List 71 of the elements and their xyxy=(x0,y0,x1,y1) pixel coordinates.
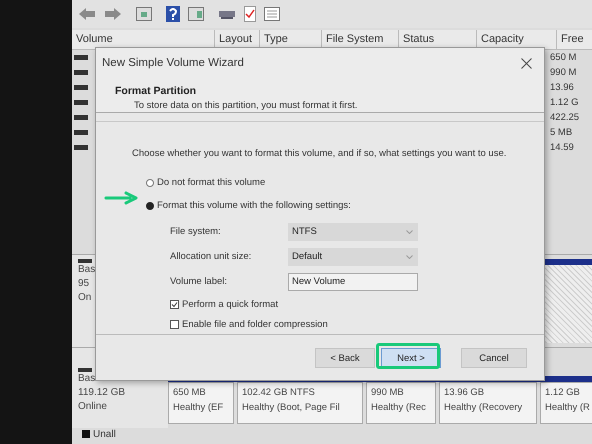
partition-size: 650 MB xyxy=(173,386,206,400)
field-label: File system: xyxy=(170,226,222,237)
table-cell-text: 1.12 G xyxy=(550,97,580,108)
radio-button[interactable] xyxy=(146,202,154,210)
table-cell-text: 650 M xyxy=(550,52,578,63)
legend-label: Unall xyxy=(93,428,116,440)
close-icon[interactable] xyxy=(521,58,532,68)
partition-status: Healthy (Rec xyxy=(371,401,426,415)
volume-icon xyxy=(74,130,88,135)
instruction-text: Choose whether you want to format this volume, and if so, what settings you want to use. xyxy=(132,148,508,159)
partition-status: Healthy (Boot, Page Fil xyxy=(242,401,340,415)
properties-icon[interactable] xyxy=(264,7,280,21)
disk-info-text: 119.12 GB xyxy=(78,386,126,400)
radio-button[interactable] xyxy=(146,178,154,186)
disk-info-text: Online xyxy=(78,400,107,414)
window-icon[interactable] xyxy=(188,7,204,21)
dialog-title: New Simple Volume Wizard xyxy=(102,57,244,69)
volume-icon xyxy=(74,100,88,105)
volume-icon xyxy=(74,55,88,60)
annotation-highlight-box xyxy=(376,343,440,369)
chevron-down-icon xyxy=(406,254,413,258)
field-label: Allocation unit size: xyxy=(170,251,252,262)
wizard-button[interactable]: < Back xyxy=(315,348,375,368)
partition-block[interactable]: 650 MB Healthy (EF xyxy=(168,382,234,424)
disk-info-text: Bas xyxy=(78,263,96,277)
disk-info-text: Bas xyxy=(78,372,96,386)
table-cell-text: 990 M xyxy=(550,67,578,78)
drive-icon[interactable] xyxy=(218,8,236,20)
chevron-down-icon xyxy=(406,230,413,234)
table-cell-text: 13.96 xyxy=(550,82,575,93)
partition-block[interactable]: 102.42 GB NTFS Healthy (Boot, Page Fil xyxy=(237,382,363,424)
page-heading: Format Partition xyxy=(115,85,198,97)
partition-status: Healthy (R xyxy=(545,401,590,415)
partition-size: 13.96 GB xyxy=(444,386,484,400)
page-subheading: To store data on this partition, you must format it first. xyxy=(134,100,358,111)
checkbox-label[interactable]: Perform a quick format xyxy=(182,298,278,310)
disk-info-text: On xyxy=(78,291,92,305)
checkbox[interactable] xyxy=(170,320,179,328)
legend-swatch xyxy=(82,430,90,438)
partition-size: 1.12 GB xyxy=(545,386,580,400)
checklist-icon[interactable] xyxy=(244,6,256,22)
partition-size: 102.42 GB NTFS xyxy=(242,386,315,400)
radio-label[interactable]: Format this volume with the following settings: xyxy=(157,200,351,211)
volume-icon xyxy=(74,85,88,90)
partition-status: Healthy (Recovery xyxy=(444,401,522,415)
input-field[interactable]: New Volume xyxy=(288,272,418,290)
table-cell-text: 14.59 xyxy=(550,142,575,153)
partition-block[interactable]: 990 MB Healthy (Rec xyxy=(366,382,436,424)
dropdown[interactable]: Default xyxy=(288,248,418,266)
annotation-arrow xyxy=(104,191,140,205)
partition-block[interactable]: 13.96 GB Healthy (Recovery xyxy=(439,382,537,424)
partition-block[interactable]: 1.12 GB Healthy (R xyxy=(540,382,592,424)
forward-arrow-icon[interactable] xyxy=(104,7,122,21)
field-label: Volume label: xyxy=(170,276,228,287)
table-cell-text: 422.25 xyxy=(550,112,580,123)
volume-icon xyxy=(74,115,88,120)
volume-icon xyxy=(74,145,88,150)
checkbox[interactable] xyxy=(170,300,179,308)
radio-label[interactable]: Do not format this volume xyxy=(157,177,266,188)
back-arrow-icon[interactable] xyxy=(78,7,96,21)
disk-info-text: 95 xyxy=(78,277,90,291)
volume-icon xyxy=(74,70,88,75)
partition-size: 990 MB xyxy=(371,386,404,400)
wizard-button[interactable]: Cancel xyxy=(461,348,527,368)
column-header[interactable]: Free xyxy=(557,30,592,49)
window-icon[interactable] xyxy=(136,7,152,21)
checkbox-label[interactable]: Enable file and folder compression xyxy=(182,318,328,330)
dropdown[interactable]: NTFS xyxy=(288,222,418,240)
table-cell-text: 5 MB xyxy=(550,127,574,138)
partition-status: Healthy (EF xyxy=(173,401,224,415)
help-icon[interactable] xyxy=(166,6,180,22)
